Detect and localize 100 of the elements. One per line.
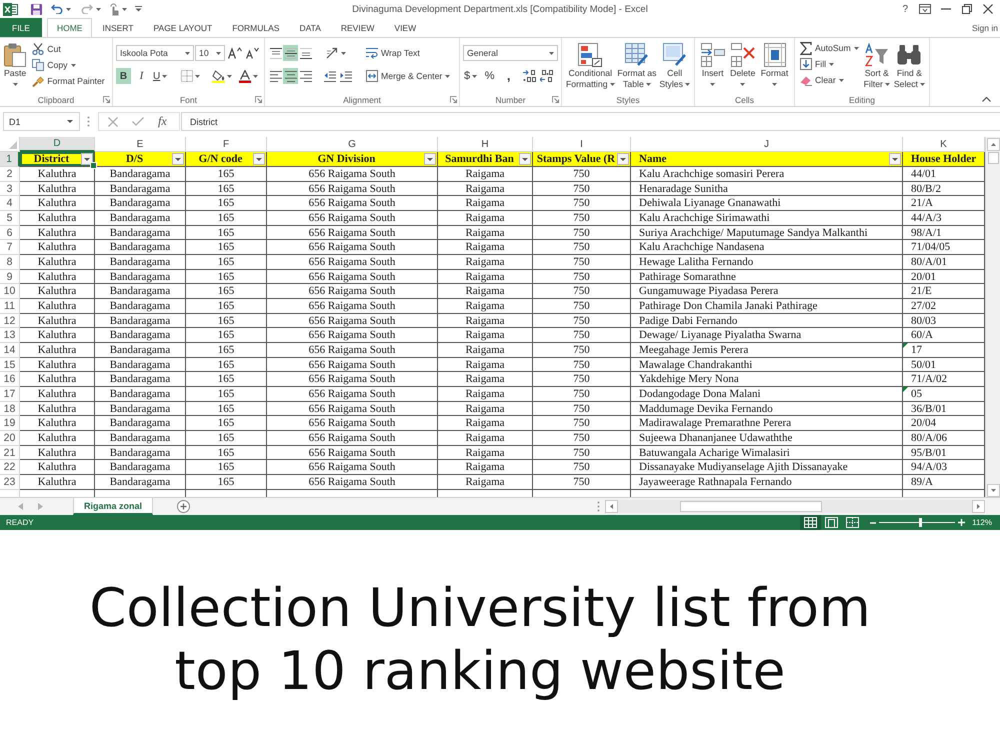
row-number[interactable]: 8 [0, 255, 20, 270]
row-number[interactable]: 9 [0, 270, 20, 284]
zoom-level[interactable]: 112% [972, 518, 992, 527]
checkmark-icon[interactable] [132, 117, 144, 126]
merge-center-button[interactable]: Merge & Center [364, 68, 452, 84]
shrink-font-button[interactable] [245, 45, 260, 61]
currency-button[interactable]: $ [463, 68, 478, 84]
cell-styles-button[interactable]: Cell Styles [658, 40, 691, 93]
close-icon[interactable] [982, 4, 992, 14]
insert-button[interactable]: Insert [700, 40, 726, 93]
zoom-thumb[interactable] [918, 518, 922, 527]
row-number[interactable]: 5 [0, 211, 20, 226]
minus-icon[interactable] [870, 522, 876, 524]
italic-button[interactable]: I [134, 68, 149, 84]
delete-button[interactable]: Delete [729, 40, 756, 93]
row-number[interactable]: 21 [0, 446, 20, 460]
row-number[interactable]: 18 [0, 402, 20, 416]
comma-style-button[interactable]: , [501, 68, 516, 84]
chevron-up-icon[interactable] [982, 97, 991, 102]
ribbon-tab[interactable]: VIEW [384, 18, 426, 37]
row-number[interactable]: 15 [0, 358, 20, 372]
vertical-scrollbar[interactable] [985, 137, 1000, 497]
row-number[interactable]: 7 [0, 240, 20, 256]
underline-button[interactable]: U [152, 68, 168, 84]
dialog-launcher-icon[interactable] [450, 96, 456, 103]
file-tab[interactable]: FILE [0, 18, 42, 37]
percent-button[interactable]: % [482, 68, 498, 84]
row-number[interactable]: 12 [0, 314, 20, 328]
font-color-button[interactable] [238, 68, 260, 84]
scroll-thumb[interactable] [680, 501, 822, 512]
drag-handle-icon[interactable] [597, 501, 600, 512]
increase-decimal-button[interactable] [522, 68, 538, 84]
orientation-button[interactable] [325, 45, 347, 61]
ribbon-tab[interactable]: PAGE LAYOUT [143, 18, 222, 37]
scroll-right-icon[interactable] [972, 500, 985, 513]
font-size-field[interactable]: 10 [195, 45, 225, 61]
scroll-down-icon[interactable] [986, 484, 1000, 497]
format-painter-button[interactable]: Format Painter [30, 73, 107, 89]
plus-circle-icon[interactable] [177, 500, 190, 513]
ribbon-tab[interactable]: REVIEW [330, 18, 384, 37]
align-top-button[interactable] [268, 45, 283, 61]
fill-color-button[interactable] [211, 68, 234, 84]
align-bottom-button[interactable] [298, 45, 313, 61]
fill-button[interactable]: Fill [798, 56, 836, 72]
filter-button[interactable] [519, 153, 531, 165]
row-number[interactable]: 14 [0, 343, 20, 358]
copy-button[interactable]: Copy [30, 57, 78, 73]
bold-button[interactable]: B [116, 68, 131, 84]
row-number[interactable]: 17 [0, 387, 20, 402]
row-number[interactable]: 22 [0, 460, 20, 476]
scroll-thumb[interactable] [988, 152, 998, 164]
row-number[interactable]: 16 [0, 372, 20, 388]
normal-view-button[interactable] [800, 515, 822, 530]
dialog-launcher-icon[interactable] [102, 96, 110, 103]
row-number[interactable]: 20 [0, 431, 20, 446]
ribbon-tab[interactable]: FORMULAS [222, 18, 290, 37]
center-button[interactable] [283, 68, 298, 84]
sort-filter-button[interactable]: Sort & Filter [862, 40, 891, 93]
grow-font-button[interactable] [227, 45, 243, 61]
scroll-left-icon[interactable] [605, 500, 618, 513]
row-number[interactable]: 4 [0, 196, 20, 212]
sheet-tab[interactable]: Rigama zonal [73, 498, 154, 515]
caret-icon[interactable] [122, 8, 127, 10]
hand-pointer-icon[interactable] [110, 2, 119, 16]
align-left-button[interactable] [268, 68, 283, 84]
font-name-field[interactable]: Iskoola Pota [116, 45, 194, 61]
ribbon-tab[interactable]: DATA [289, 18, 331, 37]
help-button[interactable]: ? [902, 1, 908, 17]
wrap-text-button[interactable]: Wrap Text [364, 45, 422, 61]
filter-button[interactable] [889, 153, 901, 165]
dialog-launcher-icon[interactable] [552, 96, 558, 103]
align-middle-button[interactable] [283, 45, 298, 61]
conditional-formatting-button[interactable]: Conditional Formatting [565, 40, 616, 93]
row-number[interactable]: 2 [0, 167, 20, 182]
minimize-icon[interactable] [940, 8, 950, 10]
number-format-field[interactable]: General [463, 45, 558, 61]
row-number[interactable]: 1 [0, 152, 20, 167]
dialog-launcher-icon[interactable] [254, 96, 262, 103]
row-number[interactable]: 11 [0, 299, 20, 314]
paste-button[interactable]: Paste [3, 40, 28, 93]
row-number[interactable]: 13 [0, 328, 20, 344]
format-button[interactable]: Format [760, 40, 790, 93]
row-number[interactable]: 10 [0, 284, 20, 300]
align-right-button[interactable] [298, 68, 313, 84]
sign-in-link[interactable]: Sign in [972, 22, 1000, 32]
decrease-decimal-button[interactable] [539, 68, 556, 84]
column-heading[interactable]: D [20, 137, 95, 152]
row-number[interactable]: 6 [0, 226, 20, 240]
ribbon-tab[interactable]: INSERT [92, 18, 144, 37]
row-number[interactable]: 23 [0, 475, 20, 490]
fill-handle[interactable] [90, 162, 97, 169]
caret-icon[interactable] [66, 8, 71, 10]
filter-button[interactable] [172, 153, 184, 165]
format-as-table-button[interactable]: Format as Table [616, 40, 658, 93]
horizontal-scrollbar[interactable] [605, 500, 985, 513]
filter-button[interactable] [81, 153, 93, 165]
filter-button[interactable] [424, 153, 436, 165]
insert-function-button[interactable]: fx [158, 114, 167, 129]
customize-icon[interactable] [135, 6, 142, 12]
scroll-up-icon[interactable] [986, 138, 1000, 151]
